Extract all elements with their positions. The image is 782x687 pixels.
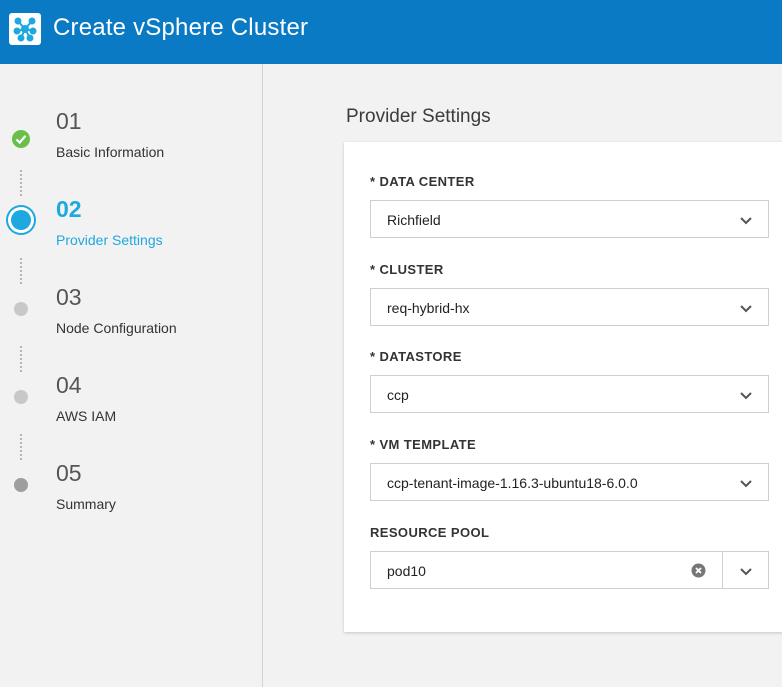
chevron-down-icon <box>740 480 752 488</box>
select-value: Richfield <box>387 212 441 228</box>
page-title: Create vSphere Cluster <box>53 14 309 41</box>
step-active-icon <box>11 210 31 230</box>
step-pending-icon <box>14 478 28 492</box>
step-complete-icon <box>12 130 30 148</box>
cluster-select[interactable]: req-hybrid-hx <box>370 288 769 326</box>
field-label-vm-template: * VM TEMPLATE <box>370 437 477 452</box>
step-connector <box>20 434 22 460</box>
clear-icon[interactable] <box>691 563 706 578</box>
step-pending-icon <box>14 390 28 404</box>
chevron-down-icon <box>740 217 752 225</box>
select-value: req-hybrid-hx <box>387 300 470 316</box>
app-header: Create vSphere Cluster <box>0 0 782 64</box>
select-value: ccp-tenant-image-1.16.3-ubuntu18-6.0.0 <box>387 475 638 491</box>
step-number: 04 <box>56 372 82 398</box>
chevron-down-icon[interactable] <box>738 563 754 579</box>
resource-pool-select[interactable]: pod10 <box>370 551 769 589</box>
step-pending-icon <box>14 302 28 316</box>
vm-template-select[interactable]: ccp-tenant-image-1.16.3-ubuntu18-6.0.0 <box>370 463 769 501</box>
field-label-resource-pool: RESOURCE POOL <box>370 525 490 540</box>
step-connector <box>20 258 22 284</box>
select-value: pod10 <box>387 563 426 579</box>
step-label-aws-iam[interactable]: AWS IAM <box>56 408 116 424</box>
step-connector <box>20 346 22 372</box>
select-value: ccp <box>387 387 409 403</box>
step-connector <box>20 170 22 196</box>
panel-title: Provider Settings <box>346 106 491 127</box>
field-label-datastore: * DATASTORE <box>370 349 462 364</box>
chevron-down-icon <box>740 392 752 400</box>
step-label-summary[interactable]: Summary <box>56 496 116 512</box>
step-number: 05 <box>56 460 82 486</box>
field-label-data-center: * DATA CENTER <box>370 174 475 189</box>
step-number: 02 <box>56 196 82 222</box>
field-label-cluster: * CLUSTER <box>370 262 444 277</box>
step-label-provider-settings[interactable]: Provider Settings <box>56 232 163 248</box>
data-center-select[interactable]: Richfield <box>370 200 769 238</box>
chevron-down-icon <box>740 305 752 313</box>
select-divider <box>722 552 723 588</box>
datastore-select[interactable]: ccp <box>370 375 769 413</box>
step-label-basic-information[interactable]: Basic Information <box>56 144 164 160</box>
step-number: 01 <box>56 108 82 134</box>
cluster-network-icon <box>9 13 41 45</box>
step-label-node-configuration[interactable]: Node Configuration <box>56 320 177 336</box>
step-number: 03 <box>56 284 82 310</box>
